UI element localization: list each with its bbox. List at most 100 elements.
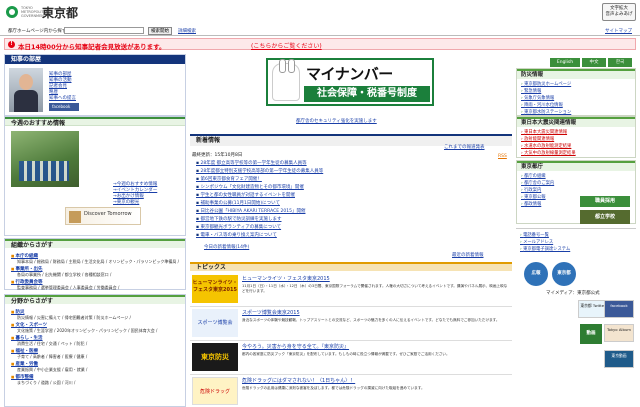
school-banner[interactable]: 都立学校 — [580, 210, 630, 224]
tokyo-movie-card[interactable]: 東京動画 — [604, 350, 634, 368]
topic-thumbnail[interactable]: 東京防災 — [192, 343, 238, 371]
quake-link[interactable]: 放射能関連情報 — [521, 136, 554, 142]
ginkgo-logo-icon — [6, 6, 18, 18]
field-subcategory-list[interactable]: 消費生活 / 住宅 / 交通 / ペット / 防犯 / — [17, 341, 187, 347]
phone-list-link[interactable]: 電話番号一覧 — [520, 232, 549, 238]
search-label: 都庁ホームページ内から探す — [8, 29, 67, 34]
topic-item: 危険ドラッグ 危険ドラッグにはダマされない！〈1日ちゃん〉！ 危険ドラッグの乱用は健… — [190, 375, 512, 407]
tokyo-icon[interactable]: 東京都 — [552, 262, 576, 286]
publicity-icon[interactable]: 広報 — [524, 262, 548, 286]
office-link[interactable]: 東京都公報 — [521, 194, 545, 200]
lang-korean-button[interactable]: 한국 — [608, 58, 632, 67]
topic-thumbnail[interactable]: スポーツ博覧会 — [192, 309, 238, 337]
field-subcategory-list[interactable]: 防災情報 / 災害に備えて / 帰宅困難者対策 / 防災ホームページ / — [17, 315, 187, 321]
quake-link[interactable]: 東日本大震災関連情報 — [521, 129, 567, 135]
disaster-link[interactable]: 緊急情報 — [521, 88, 541, 94]
governor-box-title: 知事の部屋 — [5, 55, 185, 64]
field-subcategory-list[interactable]: まちづくり / 道路 / 公園 / 河川 / — [17, 380, 187, 386]
topic-title-link[interactable]: ヒューマンライツ・フェスタ東京2015 — [242, 275, 330, 282]
facebook-card[interactable]: facebook — [604, 300, 634, 318]
org-box-title: 組織からさがす — [5, 239, 185, 249]
text-size-button[interactable]: 文字拡大 音声よみあげ — [602, 3, 636, 21]
topic-description: 危険ドラッグの乱用は健康に深刻な被害を及ぼします。都では危険ドラッグの撲滅に向け… — [242, 386, 425, 390]
e-procurement-link[interactable]: 東京都電子調達システム — [520, 246, 570, 252]
topic-title-link[interactable]: スポーツ博覧会東京2015 — [242, 309, 300, 316]
sitemap-link[interactable]: サイトマップ — [605, 28, 632, 34]
recruit-banner[interactable]: 職員採用 — [580, 196, 630, 207]
alert-link[interactable]: (こちらからご覧ください) — [251, 41, 322, 50]
topic-thumbnail[interactable]: 危険ドラッグ — [192, 377, 238, 405]
news-item-link[interactable]: 28年度 都立高等学校等の第一学年生徒の募集人員等 — [196, 160, 306, 166]
topic-description: 11月1日（日）・11日（水）・12日（木）の3日間、東京国際フォーラムで開催さ… — [242, 284, 508, 293]
rabbit-mascot-icon — [272, 59, 300, 101]
search-input[interactable] — [64, 27, 144, 34]
press-release-link[interactable]: これまでの報道発表 — [444, 144, 485, 150]
disaster-link[interactable]: 東京都防災ホームページ — [521, 81, 571, 87]
video-icon[interactable]: 動画 — [580, 324, 602, 344]
topic-item: ヒューマンライツ・フェスタ東京2015 ヒューマンライツ・フェスタ東京2015 11… — [190, 273, 512, 307]
recommend-box-title: 今週のおすすめ情報 — [5, 117, 185, 127]
news-item-link[interactable]: 補助事業の公募(11月1日開始)について — [196, 200, 279, 206]
news-item-link[interactable]: 第6回東京都食育フェア開催！ — [196, 176, 261, 182]
news-item-link[interactable]: 日比谷公園「HIBIYA AKARI TERRACE 2015」開催 — [196, 208, 305, 214]
disaster-box-title: 防災情報 — [517, 69, 635, 79]
contact-box: 電話番号一覧 メールアドレス 東京都電子調達システム — [516, 228, 636, 258]
news-item-link[interactable]: 電車・バス等の乗り換え案内について — [196, 232, 276, 238]
topic-title-link[interactable]: 危険ドラッグにはダマされない！〈1日ちゃん〉！ — [242, 377, 355, 384]
news-item-link[interactable]: 28年度都立特別支援学校高等部の第一学年生徒の募集人員等 — [196, 168, 323, 174]
topic-description: 都内の各家庭に防災ブック「東京防災」を配布しています。もしもの時に役立つ情報が満… — [242, 352, 450, 356]
office-link[interactable]: 都庁の組織 — [521, 173, 545, 179]
site-logo[interactable]: TOKYO METROPOLITAN GOVERNMENT 東京都 — [6, 3, 96, 20]
office-link[interactable]: 都庁舎のご案内 — [521, 180, 554, 186]
proposal-link[interactable]: 知事への提言 — [49, 95, 76, 101]
org-subcategory-list[interactable]: 監査事務局 / 選挙管理委員会 / 人事委員会 / 労働委員会 / — [17, 285, 187, 291]
governor-photo[interactable] — [9, 68, 43, 112]
topic-title-link[interactable]: 今やろう。災害から身を守る全て。『東京防災』 — [242, 343, 349, 350]
tokyo-album-card[interactable]: Tokyo Album — [604, 324, 634, 342]
field-subcategory-list[interactable]: 子育て / 高齢者 / 障害者 / 医療 / 健康 / — [17, 354, 187, 360]
disaster-info-box: 防災情報 東京都防災ホームページ緊急情報気象庁気象情報降雨・河川水位情報東京都水… — [516, 68, 636, 116]
news-item-link[interactable]: シンポジウム「文化財建造物とその都市環境」開催 — [196, 184, 303, 190]
recommend-box: 今週のおすすめ情報 →今週のおすすめ情報 →イベントカレンダー →お出かけ情報 … — [4, 116, 186, 236]
quake-link[interactable]: 大気中の放射線量測定結果 — [521, 150, 576, 156]
disaster-link[interactable]: 東京都水防ステーション — [521, 109, 571, 115]
search-button[interactable]: 検索開始 — [148, 27, 172, 35]
office-link[interactable]: 都政情報 — [521, 201, 541, 207]
recommend-photo[interactable] — [11, 131, 79, 187]
today-news-link[interactable]: 今日の新着情報(14件) — [204, 244, 249, 250]
discover-tomorrow-banner[interactable]: Discover Tomorrow — [65, 207, 141, 225]
facebook-badge[interactable]: facebook — [49, 103, 79, 111]
tourism-link[interactable]: →東京の観光 — [113, 199, 139, 205]
field-subcategory-list[interactable]: 文化施策 / 生涯学習 / 2020年オリンピック・パラリンピック / 国民体育… — [17, 328, 187, 334]
quake-box-title: 東日本大震災関連情報 — [517, 117, 635, 127]
media-title: マイメディア：東京都公式 — [546, 291, 600, 296]
disaster-link[interactable]: 降雨・河川水位情報 — [521, 102, 563, 108]
topics-title: トピックス — [190, 262, 512, 271]
mynumber-banner[interactable]: マイナンバー 社会保障・税番号制度 — [266, 58, 434, 106]
language-bar: English 中文 한국 — [550, 58, 634, 67]
field-subcategory-list[interactable]: 産業振興 / 中小企業支援 / 雇用・就業 / — [17, 367, 187, 373]
field-search-box: 分野からさがす 防災防災情報 / 災害に備えて / 帰宅困難者対策 / 防災ホー… — [4, 294, 186, 407]
recent-news-link[interactable]: 最近の新着情報 — [452, 252, 484, 258]
search-bar: 都庁ホームページ内から探す 検索開始 詳細検索 サイトマップ — [0, 26, 640, 36]
news-item-link[interactable]: 学生と都の女性職員が対話するイベントを開催 — [196, 192, 295, 198]
mynumber-subtitle: 社会保障・税番号制度 — [304, 86, 430, 102]
office-link[interactable]: 行政案内 — [521, 187, 541, 193]
topic-thumbnail[interactable]: ヒューマンライツ・フェスタ東京2015 — [192, 275, 238, 303]
lang-english-button[interactable]: English — [550, 58, 580, 67]
topic-item: 東京防災 今やろう。災害から身を守る全て。『東京防災』都内の各家庭に防災ブック「東… — [190, 341, 512, 375]
news-item-link[interactable]: 都営地下鉄の駅で防災訓練を実施します — [196, 216, 281, 222]
news-item-link[interactable]: 東京都観光ボランティアの募集について — [196, 224, 281, 230]
quake-link[interactable]: 水道水の放射能測定結果 — [521, 143, 571, 149]
security-notice-link[interactable]: 都庁舎のセキュリティ強化を実施します — [296, 118, 377, 124]
detail-search-link[interactable]: 詳細検索 — [178, 28, 196, 34]
topic-description: 身近なスポーツの体験や競技観戦、トップアスリートとの交流など、スポーツの魅力を多… — [242, 318, 500, 322]
mail-address-link[interactable]: メールアドレス — [520, 239, 553, 245]
org-subcategory-list[interactable]: 知事本局 / 総務局 / 財務局 / 主税局 / 生活文化局 / オリンピック・… — [17, 259, 187, 265]
rss-link[interactable]: RSS — [498, 154, 507, 159]
org-subcategory-list[interactable]: 各局の事業所 / 出先機関 / 都立学校 / 各種相談窓口 / — [17, 272, 187, 278]
mynumber-title: マイナンバー — [306, 65, 393, 83]
disaster-link[interactable]: 気象庁気象情報 — [521, 95, 554, 101]
lang-chinese-button[interactable]: 中文 — [582, 58, 606, 67]
news-updated: 最終更新：15年10月8日 — [192, 153, 243, 158]
